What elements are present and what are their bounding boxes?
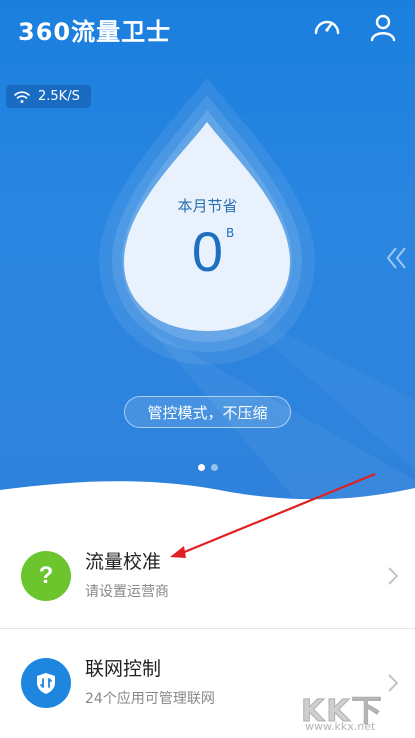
watermark-logo: KK下载 www.kkx.net	[301, 686, 409, 738]
annotation-arrow	[170, 472, 376, 558]
watermark-url: www.kkx.net	[305, 720, 376, 733]
